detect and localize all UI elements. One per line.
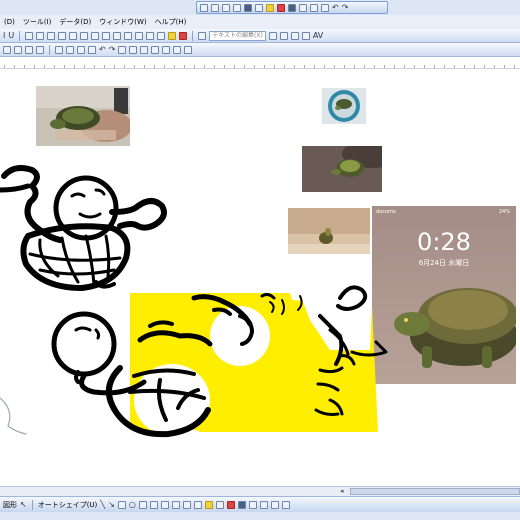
3d-icon[interactable] <box>281 500 290 509</box>
rectangle-tool-icon[interactable] <box>117 500 126 509</box>
shadow-icon[interactable] <box>270 500 279 509</box>
wordart-icon[interactable] <box>160 500 169 509</box>
fill-color-icon[interactable] <box>204 500 213 509</box>
app-window: ↶ ↷ (D) ツール(I) データ(D) ウィンドウ(W) ヘルプ(H) I … <box>0 0 520 520</box>
textbox-tool-icon[interactable] <box>138 500 147 509</box>
clipart-icon[interactable] <box>182 500 191 509</box>
autoshape-menu-button[interactable]: オートシェイプ(U) <box>38 500 98 510</box>
faint-sketch-left <box>0 397 27 435</box>
status-bar <box>0 512 520 520</box>
dash-style-icon[interactable] <box>248 500 257 509</box>
horizontal-scrollbar[interactable]: ◂ <box>0 486 520 496</box>
toolbar-separator <box>31 499 33 510</box>
diagram-icon[interactable] <box>171 500 180 509</box>
turtle-sketch-upper[interactable] <box>0 165 167 291</box>
draw-menu-button[interactable]: 図形 <box>3 500 17 510</box>
select-objects-icon[interactable]: ↖ <box>20 500 27 509</box>
font-color-icon[interactable] <box>226 500 235 509</box>
line-style-icon[interactable] <box>237 500 246 509</box>
arrow-tool-icon[interactable]: ↘ <box>108 500 115 509</box>
line-color-icon[interactable] <box>215 500 224 509</box>
line-tool-icon[interactable]: ╲ <box>100 500 105 509</box>
drawing-toolbar: 図形 ↖ オートシェイプ(U) ╲ ↘ ○ <box>0 496 520 512</box>
drawing-layer <box>0 165 388 438</box>
scroll-left-icon[interactable]: ◂ <box>340 487 344 495</box>
scrollbar-thumb[interactable] <box>350 488 520 495</box>
picture-icon[interactable] <box>193 500 202 509</box>
vertical-textbox-icon[interactable] <box>149 500 158 509</box>
arrow-style-icon[interactable] <box>259 500 268 509</box>
oval-tool-icon[interactable]: ○ <box>129 500 136 509</box>
